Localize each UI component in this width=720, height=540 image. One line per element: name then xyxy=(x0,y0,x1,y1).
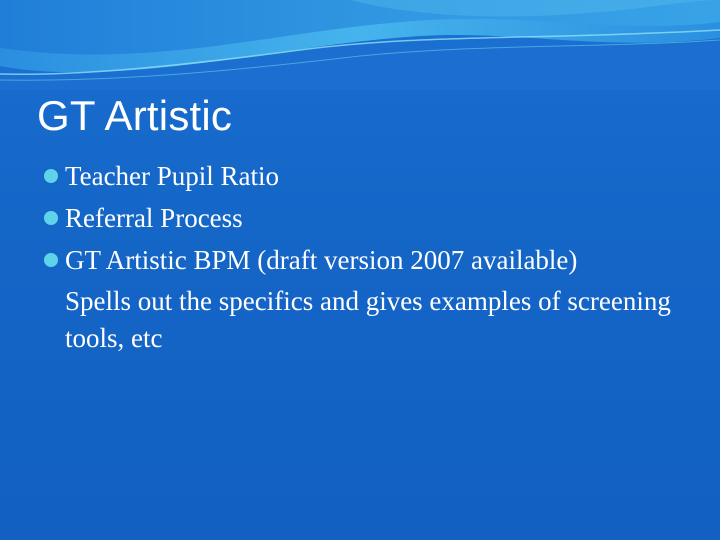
bullet-item-referral-process: Referral Process xyxy=(44,197,694,239)
bullet-item-gt-artistic-bpm: GT Artistic BPM (draft version 2007 avai… xyxy=(44,239,694,281)
slide: GT Artistic Teacher Pupil Ratio Referral… xyxy=(0,0,720,540)
bullet-text: Referral Process xyxy=(65,203,243,233)
sub-paragraph: Spells out the specifics and gives examp… xyxy=(65,286,671,353)
bullet-icon xyxy=(44,253,58,267)
bullet-list: Teacher Pupil Ratio Referral Process GT … xyxy=(44,155,694,357)
bullet-icon xyxy=(44,211,58,225)
header-wave-decoration xyxy=(0,0,720,90)
bullet-icon xyxy=(44,169,58,183)
bullet-text: GT Artistic BPM (draft version 2007 avai… xyxy=(65,245,578,275)
bullet-text: Teacher Pupil Ratio xyxy=(65,161,280,191)
bullet-item-teacher-pupil-ratio: Teacher Pupil Ratio xyxy=(44,155,694,197)
slide-title: GT Artistic xyxy=(37,92,233,139)
